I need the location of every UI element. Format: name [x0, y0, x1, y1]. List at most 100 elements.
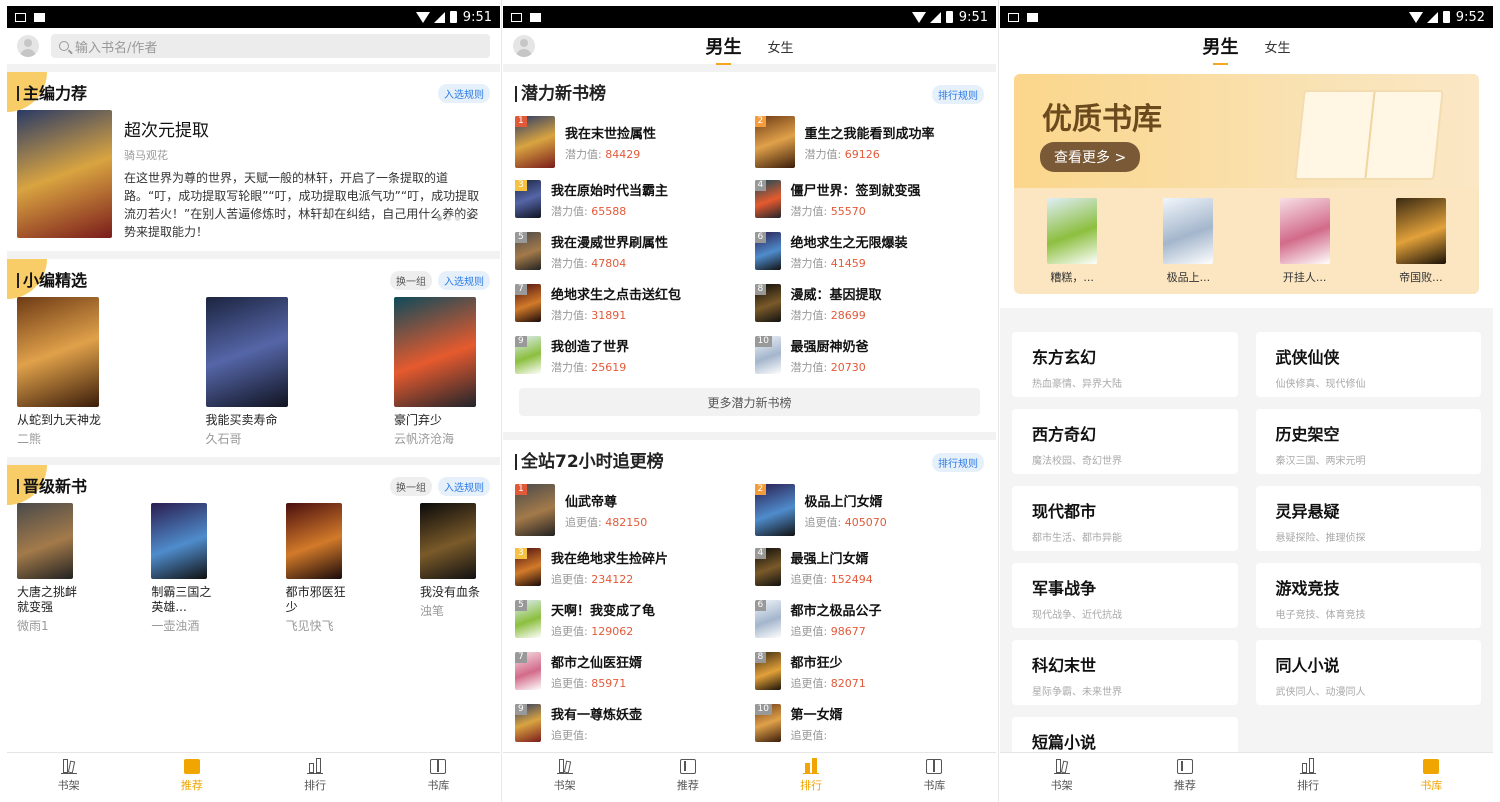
nav-recommend[interactable]: 推荐	[130, 753, 253, 798]
rank-item[interactable]: 10 最强厨神奶爸 潜力值: 20730	[754, 334, 985, 376]
book-title: 我创造了世界	[551, 339, 630, 355]
book-metric: 潜力值: 84429	[565, 146, 656, 162]
nav-rank[interactable]: 排行	[750, 753, 873, 798]
rank-item[interactable]: 8 都市狂少 追更值: 82071	[754, 650, 985, 692]
category-card[interactable]: 游戏竞技 电子竞技、体育竞技	[1255, 563, 1481, 628]
rank-badge: 7	[515, 652, 527, 663]
book-title: 极品上门女婿	[804, 494, 883, 510]
rank-item[interactable]: 10 第一女婿 追更值:	[754, 702, 985, 744]
rank-item[interactable]: 2 重生之我能看到成功率 潜力值: 69126	[754, 116, 985, 168]
swap-button[interactable]: 换一组	[390, 476, 432, 496]
metric-label: 追更值:	[790, 676, 828, 690]
nav-library[interactable]: 书库	[873, 753, 996, 798]
nav-shelf[interactable]: 书架	[1000, 753, 1123, 798]
book-item[interactable]: 我没有血条 浊笔	[419, 503, 490, 634]
category-card[interactable]: 西方奇幻 魔法校园、奇幻世界	[1012, 409, 1238, 474]
section-title: 晋级新书	[17, 478, 87, 494]
rank-item[interactable]: 7 都市之仙医狂婿 追更值: 85971	[515, 650, 745, 692]
nav-shelf[interactable]: 书架	[503, 753, 626, 798]
book-item[interactable]: 大唐之挑衅就变强 微雨1	[17, 503, 87, 634]
rule-button[interactable]: 入选规则	[438, 83, 490, 103]
book-title: 从蛇到九天神龙	[17, 413, 102, 427]
rank-item[interactable]: 3 我在绝地求生捡碎片 追更值: 234122	[515, 546, 745, 588]
tab-male[interactable]: 男生	[1202, 33, 1238, 65]
book-item[interactable]: 我能买卖寿命 久石哥	[205, 297, 302, 447]
nav-library[interactable]: 书库	[377, 753, 500, 798]
book-item[interactable]: 从蛇到九天神龙 二熊	[17, 297, 113, 447]
rank-item[interactable]: 4 最强上门女婿 追更值: 152494	[754, 546, 985, 588]
book-item[interactable]: 制霸三国之英雄... 一壶浊酒	[151, 503, 221, 634]
nav-label: 推荐	[676, 778, 699, 792]
battery-icon	[449, 11, 457, 23]
nav-recommend[interactable]: 推荐	[626, 753, 749, 798]
metric-label: 追更值:	[790, 572, 828, 586]
banner-book[interactable]: 帝国败...	[1391, 198, 1451, 285]
rank-item[interactable]: 8 漫威：基因提取 潜力值: 28699	[754, 282, 985, 324]
book-title: 都市邪医狂少	[285, 585, 346, 614]
nav-shelf[interactable]: 书架	[7, 753, 130, 798]
wifi-icon	[415, 11, 430, 23]
rank-item[interactable]: 9 我创造了世界 潜力值: 25619	[515, 334, 745, 376]
search-input[interactable]: 输入书名/作者	[51, 34, 490, 58]
book-item[interactable]: 豪门弃少 云帆济沧海	[394, 297, 490, 447]
metric-label: 潜力值:	[551, 256, 588, 270]
rank-item[interactable]: 5 我在漫威世界刷属性 潜力值: 47804	[515, 230, 745, 272]
category-card[interactable]: 历史架空 秦汉三国、两宋元明	[1255, 409, 1481, 474]
banner-book[interactable]: 极品上...	[1158, 198, 1218, 285]
rank-item[interactable]: 1 仙武帝尊 追更值: 482150	[515, 484, 745, 536]
book-metric: 追更值: 405070	[805, 514, 887, 530]
tab-female[interactable]: 女生	[767, 37, 793, 56]
book-author: 云帆济沧海	[394, 432, 455, 446]
nav-recommend[interactable]: 推荐	[1123, 753, 1246, 798]
tab-female[interactable]: 女生	[1264, 37, 1290, 56]
rank-badge: 4	[754, 180, 767, 191]
book-title: 最强厨神奶爸	[790, 339, 869, 355]
rank-item[interactable]: 1 我在末世捡属性 潜力值: 84429	[515, 116, 745, 168]
metric-label: 潜力值:	[790, 308, 828, 322]
rank-item[interactable]: 3 我在原始时代当霸主 潜力值: 65588	[515, 178, 745, 220]
rule-button[interactable]: 入选规则	[438, 476, 490, 496]
book-cover: 6	[754, 600, 781, 638]
hot72-rank-section: 全站72小时追更榜 排行规则 1 仙武帝尊 追更值: 482150 2 极品上门女婿 追更…	[503, 440, 996, 744]
swap-button[interactable]: 换一组	[390, 270, 432, 290]
rank-item[interactable]: 7 绝地求生之点击送红包 潜力值: 31891	[515, 282, 745, 324]
book-cover: 2	[754, 116, 795, 168]
rank-item[interactable]: 4 僵尸世界：签到就变强 潜力值: 55570	[754, 178, 985, 220]
rule-button[interactable]: 排行规则	[932, 84, 984, 104]
view-more-button[interactable]: 查看更多 >	[1040, 142, 1141, 172]
book-cover: 9	[515, 704, 541, 742]
rank-item[interactable]: 9 我有一尊炼妖壶 追更值:	[515, 702, 745, 744]
rank-item[interactable]: 6 都市之极品公子 追更值: 98677	[754, 598, 985, 640]
rule-button[interactable]: 入选规则	[438, 270, 490, 290]
category-card[interactable]: 现代都市 都市生活、都市异能	[1012, 486, 1238, 551]
more-potential-button[interactable]: 更多潜力新书榜	[519, 388, 980, 416]
category-card[interactable]: 科幻末世 星际争霸、未来世界	[1012, 640, 1238, 705]
nav-rank[interactable]: 排行	[1247, 753, 1370, 798]
category-card[interactable]: 军事战争 现代战争、近代抗战	[1012, 563, 1238, 628]
category-card[interactable]: 东方玄幻 热血豪情、异界大陆	[1012, 332, 1238, 397]
rule-button[interactable]: 排行规则	[932, 452, 984, 472]
nav-label: 书架	[57, 778, 80, 792]
nav-rank[interactable]: 排行	[254, 753, 377, 798]
search-placeholder: 输入书名/作者	[75, 40, 158, 56]
category-card[interactable]: 灵异悬疑 悬疑探险、推理侦探	[1255, 486, 1481, 551]
book-item[interactable]: 都市邪医狂少 飞见快飞	[285, 503, 356, 634]
promoted-section: 晋级新书 换一组 入选规则 大唐之挑衅就变强 微雨1 制霸三国之英雄... 一壶…	[7, 465, 500, 644]
rank-item[interactable]: 6 绝地求生之无限爆装 潜力值: 41459	[754, 230, 985, 272]
nav-library[interactable]: 书库	[1370, 753, 1493, 798]
book-metric: 追更值: 482150	[565, 514, 647, 530]
featured-book[interactable]: 超次元提取 骑马观花 在这世界为尊的世界，天赋一般的林轩，开启了一条提取的道路。…	[17, 106, 490, 251]
library-banner[interactable]: 优质书库 查看更多 > 糟糕，... 极品上... 开挂人... 帝国败...	[1014, 74, 1479, 294]
category-card[interactable]: 同人小说 武侠同人、动漫同人	[1255, 640, 1481, 705]
banner-book[interactable]: 开挂人...	[1275, 198, 1335, 285]
tab-male[interactable]: 男生	[705, 33, 741, 65]
rank-item[interactable]: 2 极品上门女婿 追更值: 405070	[754, 484, 985, 536]
book-cover	[285, 503, 342, 579]
banner-title: 优质书库	[1042, 102, 1162, 137]
metric-label: 追更值:	[790, 624, 828, 638]
category-card[interactable]: 武侠仙侠 仙侠修真、现代修仙	[1255, 332, 1481, 397]
avatar[interactable]	[17, 35, 39, 57]
book-metric: 潜力值: 69126	[805, 146, 935, 162]
banner-book[interactable]: 糟糕，...	[1042, 198, 1102, 285]
rank-item[interactable]: 5 天啊！我变成了龟 追更值: 129062	[515, 598, 745, 640]
